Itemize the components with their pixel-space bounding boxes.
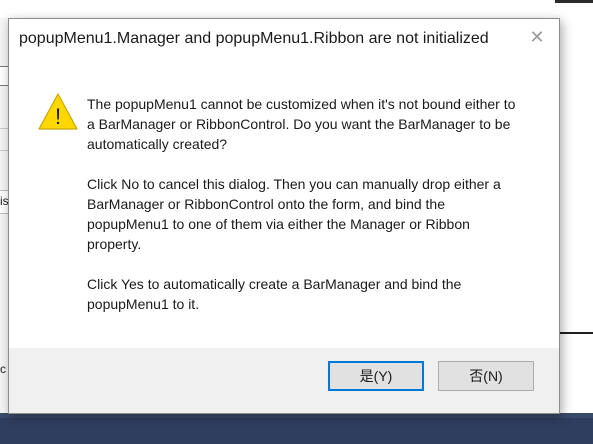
message-paragraph: Click No to cancel this dialog. Then you… xyxy=(87,176,501,252)
background-window-top xyxy=(0,0,593,18)
warning-icon: ! xyxy=(38,93,78,130)
message-paragraph: Click Yes to automatically create a BarM… xyxy=(87,276,462,312)
taskbar-band xyxy=(0,418,593,444)
yes-button[interactable]: 是(Y) xyxy=(328,361,424,391)
dialog-title: popupMenu1.Manager and popupMenu1.Ribbon… xyxy=(19,30,489,47)
message-paragraph: The popupMenu1 cannot be customized when… xyxy=(87,96,516,152)
no-button[interactable]: 否(N) xyxy=(438,361,534,391)
dialog-message: The popupMenu1 cannot be customized when… xyxy=(87,94,527,334)
background-divider xyxy=(558,332,593,334)
background-text-fragment: c xyxy=(0,362,6,376)
message-dialog: popupMenu1.Manager and popupMenu1.Ribbon… xyxy=(8,18,560,414)
warning-glyph: ! xyxy=(55,104,61,129)
dialog-button-bar: 是(Y) 否(N) xyxy=(9,348,559,413)
close-icon[interactable]: ✕ xyxy=(525,25,549,49)
background-window-edge xyxy=(555,0,593,3)
background-right-panel xyxy=(558,18,593,413)
